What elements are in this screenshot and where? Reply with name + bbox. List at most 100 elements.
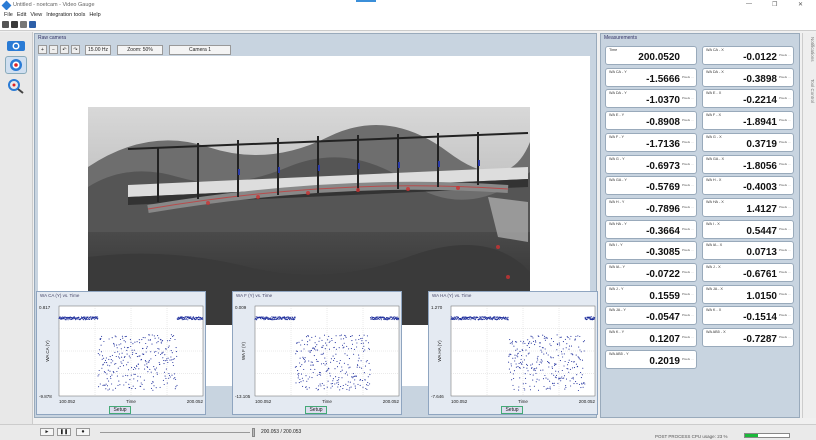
record-icon[interactable]: ⏺: [76, 428, 90, 436]
measurement-cell[interactable]: WA J - Y 0.1559 Pixels …: [605, 284, 697, 304]
timeline-slider[interactable]: [100, 432, 250, 433]
measurement-cell[interactable]: WA F - Y -1.7136 Pixels …: [605, 132, 697, 152]
save-icon[interactable]: [29, 21, 36, 28]
data-point: [515, 363, 517, 365]
camera-select[interactable]: Camera 1: [169, 44, 231, 55]
measurement-cell[interactable]: WA IA - X 0.0713 Pixels …: [702, 241, 794, 261]
measurement-unit: Pixels …: [682, 161, 694, 166]
measurement-value: -1.8056: [743, 160, 777, 172]
gauge-tool-button[interactable]: [5, 77, 27, 95]
chart-setup-button[interactable]: Setup: [305, 406, 327, 414]
zoom-out-icon[interactable]: −: [49, 45, 58, 54]
chart-window-wa-ha[interactable]: WA HA (Y) vs. Time 1.270 -7.646 100.052 200…: [428, 291, 598, 415]
measurement-cell[interactable]: WA H - Y -0.7896 Pixels …: [605, 197, 697, 217]
data-point: [558, 342, 560, 344]
measurement-cell[interactable]: WA DA - Y -1.0370 Pixels …: [605, 89, 697, 109]
chart-setup-button[interactable]: Setup: [109, 406, 131, 414]
measurement-cell[interactable]: WA I - Y -0.3085 Pixels …: [605, 241, 697, 261]
tab-tool-control[interactable]: Tool Control: [805, 79, 815, 103]
x-min-label: 100.052: [255, 399, 272, 404]
menu-edit[interactable]: Edit: [17, 12, 26, 18]
data-point: [187, 319, 189, 321]
menu-help[interactable]: Help: [89, 12, 100, 18]
chart-setup-button[interactable]: Setup: [501, 406, 523, 414]
measurement-cell[interactable]: WA HA - Y -0.3664 Pixels …: [605, 219, 697, 239]
zoom-in-icon[interactable]: +: [38, 45, 47, 54]
menu-view[interactable]: View: [30, 12, 42, 18]
menu-file[interactable]: File: [4, 12, 13, 18]
maximize-button[interactable]: ❐: [772, 1, 777, 8]
data-point: [483, 318, 485, 320]
measurement-cell[interactable]: WA F - X -1.8941 Pixels …: [702, 111, 794, 131]
measurement-cell[interactable]: WA GA - X -1.8056 Pixels …: [702, 154, 794, 174]
data-point: [116, 347, 118, 349]
rotate-right-icon[interactable]: ↷: [71, 45, 80, 54]
measurement-value: 0.1207: [649, 334, 680, 346]
data-point: [157, 341, 159, 343]
measurement-unit: Pixels …: [779, 53, 791, 57]
measurement-cell[interactable]: WA CA - Y -1.5666 Pixels …: [605, 67, 697, 87]
view-panel-label: Raw camera: [38, 35, 67, 41]
measurement-cell[interactable]: WA DA - X -0.3898 Pixels …: [702, 67, 794, 87]
open-icon[interactable]: [11, 21, 18, 28]
chart-window-wa-f[interactable]: WA F (Y) vs. Time 0.009 -13.105 100.052 200…: [232, 291, 402, 415]
data-point: [493, 316, 496, 318]
timeline-thumb[interactable]: [252, 428, 255, 437]
play-icon[interactable]: ►: [40, 428, 54, 436]
data-point: [97, 375, 99, 377]
data-point: [146, 346, 148, 348]
chart-window-wa-ca[interactable]: WA CA (Y) vs. Time 0.817 -9.878 100.052 200…: [36, 291, 206, 415]
data-point: [336, 360, 338, 363]
data-point: [153, 351, 156, 353]
data-point: [124, 356, 126, 358]
camera-icon[interactable]: [20, 21, 27, 28]
y-min-label: -7.646: [431, 394, 444, 399]
measurement-cell[interactable]: WA JA - X 1.0150 Pixels …: [702, 284, 794, 304]
measurement-cell[interactable]: WA JA - Y -0.0547 Pixels …: [605, 306, 697, 326]
target-tool-button[interactable]: [5, 56, 27, 74]
measurement-cell[interactable]: WA J - X -0.6761 Pixels …: [702, 263, 794, 282]
data-point: [572, 367, 574, 369]
measurement-cell[interactable]: WA E - Y -0.8908 Pixels …: [605, 111, 697, 131]
measurement-cell[interactable]: WA K - Y 0.1207 Pixels …: [605, 328, 697, 348]
stop-icon[interactable]: ❚❚: [57, 428, 71, 436]
measurement-cell[interactable]: WA H - X -0.4003 Pixels …: [702, 176, 794, 196]
data-point: [320, 353, 322, 355]
measurement-cell[interactable]: WA GA - Y -0.5769 Pixels …: [605, 176, 697, 196]
data-point: [324, 348, 326, 350]
measurement-label: WA AB5 - Y: [609, 351, 629, 356]
measurement-cell[interactable]: WA G - Y -0.6973 Pixels …: [605, 154, 697, 174]
zoom-box[interactable]: Zoom: 50%: [117, 44, 163, 55]
measurement-cell[interactable]: WA G - X 0.3719 Pixels …: [702, 132, 794, 152]
data-point: [171, 359, 173, 361]
measurement-cell[interactable]: WA CA - X -0.0122 Pixels …: [702, 46, 794, 65]
data-point: [145, 351, 147, 353]
close-button[interactable]: ✕: [798, 1, 803, 8]
tab-notifications[interactable]: Notifications: [805, 37, 815, 62]
camera-tool-button[interactable]: [5, 36, 27, 54]
menu-integration-tools[interactable]: Integration tools: [46, 12, 85, 18]
minimize-button[interactable]: —: [746, 1, 752, 7]
data-point: [172, 364, 174, 367]
rotate-left-icon[interactable]: ↶: [60, 45, 69, 54]
measurement-cell[interactable]: WA IA - Y -0.0722 Pixels …: [605, 263, 697, 282]
measurement-cell[interactable]: WA K - X -0.1514 Pixels …: [702, 306, 794, 326]
data-point: [161, 352, 163, 354]
data-point: [306, 344, 308, 346]
data-point: [98, 374, 100, 376]
measurement-cell[interactable]: WA I - X 0.5447 Pixels …: [702, 219, 794, 239]
measurement-cell[interactable]: WA HA - X 1.4127 Pixels …: [702, 197, 794, 217]
measurement-unit: Pixels …: [682, 74, 694, 79]
measurement-cell[interactable]: WA AB5 - X -0.7287 Pixels …: [702, 328, 794, 348]
data-point: [358, 338, 360, 341]
data-point: [173, 358, 175, 360]
data-point: [534, 368, 536, 370]
data-point: [303, 359, 305, 361]
new-file-icon[interactable]: [2, 21, 9, 28]
measurement-cell[interactable]: WA AB5 - Y 0.2019 Pixels …: [605, 349, 697, 369]
measurement-cell[interactable]: WA E - X -0.2214 Pixels …: [702, 89, 794, 109]
data-point: [525, 349, 527, 351]
data-point: [395, 316, 397, 318]
measurement-cell[interactable]: Time 200.0520: [605, 46, 697, 65]
data-point: [344, 373, 346, 375]
